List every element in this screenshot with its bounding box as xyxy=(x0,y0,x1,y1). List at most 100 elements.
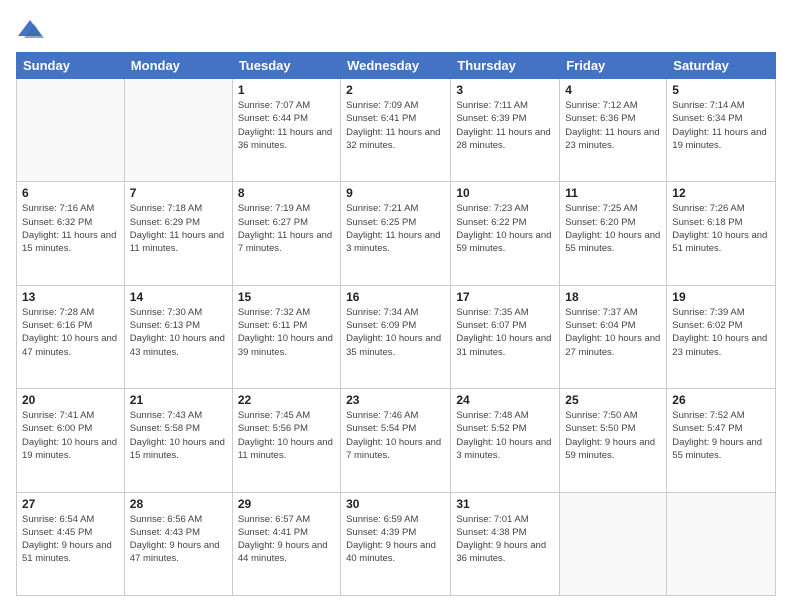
day-number: 19 xyxy=(672,290,770,304)
calendar-cell xyxy=(17,79,125,182)
day-info: Sunrise: 7:07 AM Sunset: 6:44 PM Dayligh… xyxy=(238,99,335,152)
calendar-cell: 30 Sunrise: 6:59 AM Sunset: 4:39 PM Dayli… xyxy=(341,492,451,595)
day-info: Sunrise: 7:34 AM Sunset: 6:09 PM Dayligh… xyxy=(346,306,445,359)
calendar-cell: 16 Sunrise: 7:34 AM Sunset: 6:09 PM Dayli… xyxy=(341,285,451,388)
calendar-cell: 12 Sunrise: 7:26 AM Sunset: 6:18 PM Dayli… xyxy=(667,182,776,285)
calendar-cell: 9Sunrise: 7:21 AM Sunset: 6:25 PM Daylig… xyxy=(341,182,451,285)
col-header-saturday: Saturday xyxy=(667,53,776,79)
day-number: 14 xyxy=(130,290,227,304)
calendar-cell: 25 Sunrise: 7:50 AM Sunset: 5:50 PM Dayli… xyxy=(560,389,667,492)
calendar-cell: 2Sunrise: 7:09 AM Sunset: 6:41 PM Daylig… xyxy=(341,79,451,182)
day-info: Sunrise: 7:16 AM Sunset: 6:32 PM Dayligh… xyxy=(22,202,119,255)
calendar-cell: 31 Sunrise: 7:01 AM Sunset: 4:38 PM Dayli… xyxy=(451,492,560,595)
day-info: Sunrise: 7:30 AM Sunset: 6:13 PM Dayligh… xyxy=(130,306,227,359)
day-number: 29 xyxy=(238,497,335,511)
calendar-cell: 22 Sunrise: 7:45 AM Sunset: 5:56 PM Dayli… xyxy=(232,389,340,492)
day-info: Sunrise: 7:52 AM Sunset: 5:47 PM Dayligh… xyxy=(672,409,770,462)
day-info: Sunrise: 6:59 AM Sunset: 4:39 PM Dayligh… xyxy=(346,513,445,566)
calendar-cell: 13 Sunrise: 7:28 AM Sunset: 6:16 PM Dayli… xyxy=(17,285,125,388)
day-number: 3 xyxy=(456,83,554,97)
day-info: Sunrise: 6:56 AM Sunset: 4:43 PM Dayligh… xyxy=(130,513,227,566)
day-number: 30 xyxy=(346,497,445,511)
day-number: 31 xyxy=(456,497,554,511)
day-number: 18 xyxy=(565,290,661,304)
day-info: Sunrise: 7:09 AM Sunset: 6:41 PM Dayligh… xyxy=(346,99,445,152)
day-number: 8 xyxy=(238,186,335,200)
day-info: Sunrise: 7:19 AM Sunset: 6:27 PM Dayligh… xyxy=(238,202,335,255)
calendar-cell: 10Sunrise: 7:23 AM Sunset: 6:22 PM Dayli… xyxy=(451,182,560,285)
col-header-tuesday: Tuesday xyxy=(232,53,340,79)
calendar-cell: 21 Sunrise: 7:43 AM Sunset: 5:58 PM Dayli… xyxy=(124,389,232,492)
calendar-cell: 27 Sunrise: 6:54 AM Sunset: 4:45 PM Dayli… xyxy=(17,492,125,595)
day-info: Sunrise: 7:26 AM Sunset: 6:18 PM Dayligh… xyxy=(672,202,770,255)
day-number: 1 xyxy=(238,83,335,97)
logo-icon xyxy=(16,16,44,44)
calendar-cell: 24 Sunrise: 7:48 AM Sunset: 5:52 PM Dayli… xyxy=(451,389,560,492)
day-number: 25 xyxy=(565,393,661,407)
day-info: Sunrise: 7:43 AM Sunset: 5:58 PM Dayligh… xyxy=(130,409,227,462)
day-info: Sunrise: 7:25 AM Sunset: 6:20 PM Dayligh… xyxy=(565,202,661,255)
day-info: Sunrise: 7:48 AM Sunset: 5:52 PM Dayligh… xyxy=(456,409,554,462)
day-number: 13 xyxy=(22,290,119,304)
col-header-friday: Friday xyxy=(560,53,667,79)
day-number: 17 xyxy=(456,290,554,304)
day-info: Sunrise: 7:28 AM Sunset: 6:16 PM Dayligh… xyxy=(22,306,119,359)
calendar-cell: 23 Sunrise: 7:46 AM Sunset: 5:54 PM Dayli… xyxy=(341,389,451,492)
day-number: 12 xyxy=(672,186,770,200)
day-info: Sunrise: 7:32 AM Sunset: 6:11 PM Dayligh… xyxy=(238,306,335,359)
day-number: 27 xyxy=(22,497,119,511)
col-header-monday: Monday xyxy=(124,53,232,79)
day-number: 23 xyxy=(346,393,445,407)
day-info: Sunrise: 7:01 AM Sunset: 4:38 PM Dayligh… xyxy=(456,513,554,566)
day-info: Sunrise: 6:54 AM Sunset: 4:45 PM Dayligh… xyxy=(22,513,119,566)
calendar-cell: 7 Sunrise: 7:18 AM Sunset: 6:29 PM Daylig… xyxy=(124,182,232,285)
day-number: 15 xyxy=(238,290,335,304)
calendar-cell: 17 Sunrise: 7:35 AM Sunset: 6:07 PM Dayli… xyxy=(451,285,560,388)
col-header-wednesday: Wednesday xyxy=(341,53,451,79)
calendar-cell: 28 Sunrise: 6:56 AM Sunset: 4:43 PM Dayli… xyxy=(124,492,232,595)
day-number: 9 xyxy=(346,186,445,200)
day-number: 10 xyxy=(456,186,554,200)
calendar-cell: 6 Sunrise: 7:16 AM Sunset: 6:32 PM Daylig… xyxy=(17,182,125,285)
calendar-cell xyxy=(124,79,232,182)
day-info: Sunrise: 7:46 AM Sunset: 5:54 PM Dayligh… xyxy=(346,409,445,462)
day-info: Sunrise: 7:14 AM Sunset: 6:34 PM Dayligh… xyxy=(672,99,770,152)
day-info: Sunrise: 7:18 AM Sunset: 6:29 PM Dayligh… xyxy=(130,202,227,255)
day-number: 22 xyxy=(238,393,335,407)
day-number: 16 xyxy=(346,290,445,304)
calendar-cell: 18Sunrise: 7:37 AM Sunset: 6:04 PM Dayli… xyxy=(560,285,667,388)
day-info: Sunrise: 7:50 AM Sunset: 5:50 PM Dayligh… xyxy=(565,409,661,462)
day-number: 24 xyxy=(456,393,554,407)
day-number: 28 xyxy=(130,497,227,511)
day-number: 5 xyxy=(672,83,770,97)
logo xyxy=(16,16,46,44)
day-number: 4 xyxy=(565,83,661,97)
day-number: 21 xyxy=(130,393,227,407)
calendar-cell: 3 Sunrise: 7:11 AM Sunset: 6:39 PM Daylig… xyxy=(451,79,560,182)
day-info: Sunrise: 7:45 AM Sunset: 5:56 PM Dayligh… xyxy=(238,409,335,462)
col-header-thursday: Thursday xyxy=(451,53,560,79)
calendar-cell: 26 Sunrise: 7:52 AM Sunset: 5:47 PM Dayli… xyxy=(667,389,776,492)
calendar-cell: 19 Sunrise: 7:39 AM Sunset: 6:02 PM Dayli… xyxy=(667,285,776,388)
day-number: 7 xyxy=(130,186,227,200)
calendar-table: SundayMondayTuesdayWednesdayThursdayFrid… xyxy=(16,52,776,596)
calendar-cell: 20 Sunrise: 7:41 AM Sunset: 6:00 PM Dayli… xyxy=(17,389,125,492)
calendar-cell: 15 Sunrise: 7:32 AM Sunset: 6:11 PM Dayli… xyxy=(232,285,340,388)
day-info: Sunrise: 6:57 AM Sunset: 4:41 PM Dayligh… xyxy=(238,513,335,566)
calendar-cell: 8 Sunrise: 7:19 AM Sunset: 6:27 PM Daylig… xyxy=(232,182,340,285)
calendar-cell: 29 Sunrise: 6:57 AM Sunset: 4:41 PM Dayli… xyxy=(232,492,340,595)
day-number: 26 xyxy=(672,393,770,407)
day-info: Sunrise: 7:35 AM Sunset: 6:07 PM Dayligh… xyxy=(456,306,554,359)
calendar-cell: 1 Sunrise: 7:07 AM Sunset: 6:44 PM Daylig… xyxy=(232,79,340,182)
col-header-sunday: Sunday xyxy=(17,53,125,79)
day-info: Sunrise: 7:39 AM Sunset: 6:02 PM Dayligh… xyxy=(672,306,770,359)
calendar-cell: 14 Sunrise: 7:30 AM Sunset: 6:13 PM Dayli… xyxy=(124,285,232,388)
calendar-cell xyxy=(560,492,667,595)
calendar-cell: 11 Sunrise: 7:25 AM Sunset: 6:20 PM Dayli… xyxy=(560,182,667,285)
day-info: Sunrise: 7:11 AM Sunset: 6:39 PM Dayligh… xyxy=(456,99,554,152)
day-number: 20 xyxy=(22,393,119,407)
day-number: 11 xyxy=(565,186,661,200)
calendar-cell: 5 Sunrise: 7:14 AM Sunset: 6:34 PM Daylig… xyxy=(667,79,776,182)
day-info: Sunrise: 7:41 AM Sunset: 6:00 PM Dayligh… xyxy=(22,409,119,462)
day-number: 6 xyxy=(22,186,119,200)
